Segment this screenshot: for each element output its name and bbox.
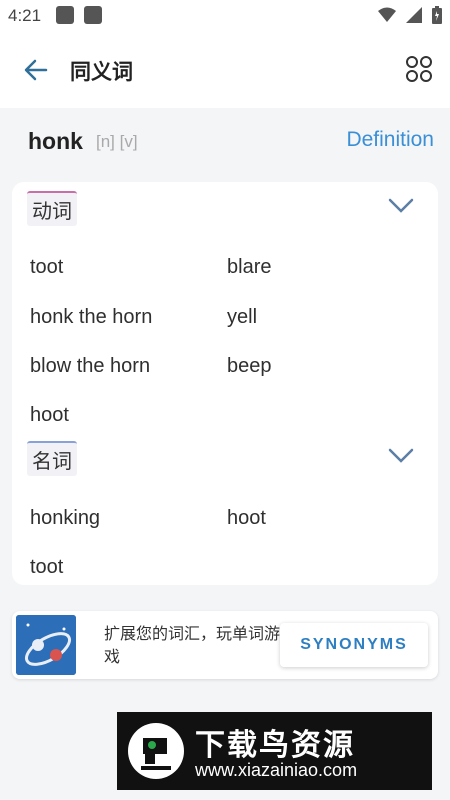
section-label-noun: 名词: [27, 441, 77, 476]
apps-menu-icon[interactable]: [404, 54, 434, 84]
synonym-item[interactable]: honking: [30, 507, 100, 530]
synonyms-card: 动词 toot blare honk the horn yell blow th…: [12, 182, 438, 585]
battery-icon: [432, 6, 442, 24]
watermark: 下载鸟资源 www.xiazainiao.com: [117, 712, 432, 790]
word-header: honk [n] [v] Definition: [0, 108, 450, 174]
wifi-icon: [378, 7, 396, 22]
synonym-item[interactable]: toot: [30, 556, 63, 579]
bird-logo-icon: [128, 723, 184, 779]
chevron-down-icon[interactable]: [388, 448, 414, 464]
synonym-item[interactable]: yell: [227, 306, 257, 329]
status-bar: 4:21: [0, 0, 450, 32]
watermark-title: 下载鸟资源: [195, 729, 355, 762]
synonym-item[interactable]: toot: [30, 256, 63, 279]
promo-banner[interactable]: 扩展您的词汇，玩单词游戏 SYNONYMS: [12, 611, 438, 679]
app-bar: 同义词: [0, 32, 450, 108]
back-arrow-icon[interactable]: [22, 56, 50, 84]
notification-icon: [56, 6, 74, 24]
synonym-item[interactable]: honk the horn: [30, 306, 152, 329]
synonym-item[interactable]: hoot: [227, 507, 266, 530]
synonym-item[interactable]: beep: [227, 355, 272, 378]
part-of-speech-tags: [n] [v]: [96, 132, 138, 151]
notification-icon: [84, 6, 102, 24]
promo-app-icon: [16, 615, 76, 675]
headword: honk: [28, 128, 83, 154]
watermark-url: www.xiazainiao.com: [195, 760, 358, 780]
promo-text: 扩展您的词汇，玩单词游戏: [104, 626, 281, 666]
synonym-item[interactable]: blare: [227, 256, 271, 279]
page-title: 同义词: [70, 61, 133, 84]
status-icons: [378, 6, 442, 24]
chevron-down-icon[interactable]: [388, 198, 414, 214]
signal-icon: [406, 7, 422, 23]
synonym-item[interactable]: blow the horn: [30, 355, 150, 378]
synonym-item[interactable]: hoot: [30, 404, 69, 427]
section-label-verb: 动词: [27, 191, 77, 226]
definition-link[interactable]: Definition: [346, 128, 434, 152]
status-time: 4:21: [8, 6, 42, 25]
synonyms-game-button[interactable]: SYNONYMS: [280, 623, 428, 667]
